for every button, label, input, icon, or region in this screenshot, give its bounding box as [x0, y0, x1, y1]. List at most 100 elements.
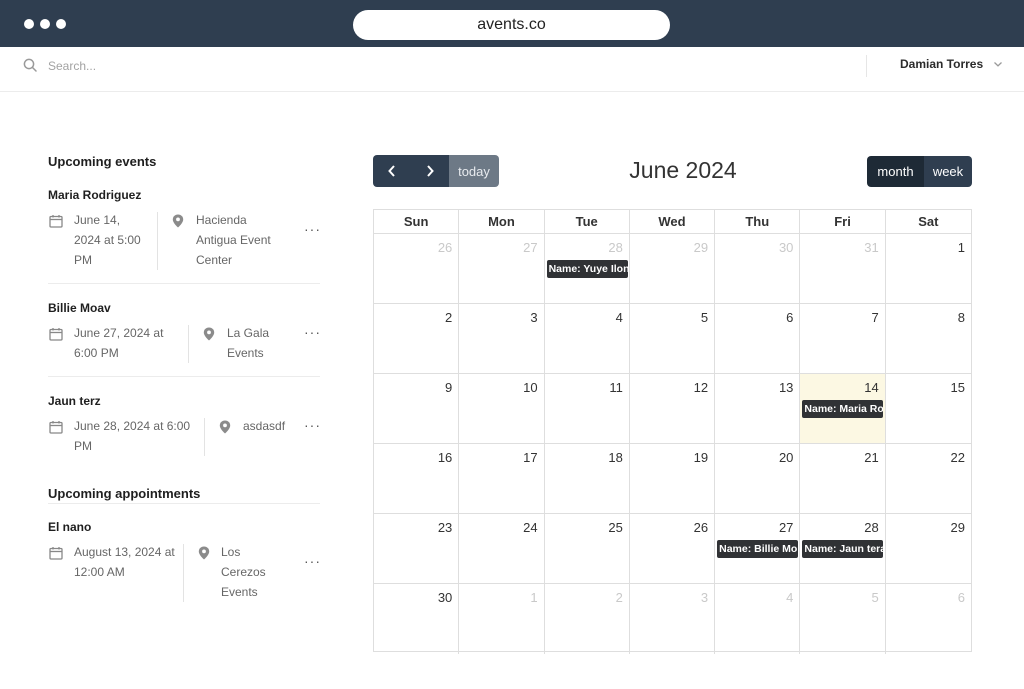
user-menu[interactable]: Damian Torres [900, 57, 1003, 71]
calendar-day[interactable]: 20 [715, 444, 801, 513]
calendar-day[interactable]: 1 [886, 234, 971, 303]
calendar-day[interactable]: 19 [630, 444, 716, 513]
calendar-day[interactable]: 3 [630, 584, 716, 654]
day-number: 12 [693, 380, 709, 395]
calendar-day[interactable]: 6 [886, 584, 971, 654]
divider [157, 212, 158, 270]
calendar-day[interactable]: 27 [459, 234, 545, 303]
day-number: 1 [530, 590, 538, 605]
calendar-day[interactable]: 30 [374, 584, 460, 654]
divider [48, 283, 320, 284]
calendar-day[interactable]: 6 [715, 304, 801, 373]
calendar-week: 16 17 18 19 20 21 22 [374, 444, 971, 514]
calendar-day[interactable]: 4 [715, 584, 801, 654]
more-options-icon[interactable]: ··· [304, 222, 321, 236]
calendar-day[interactable]: 2 [545, 584, 630, 654]
calendar-day[interactable]: 31 [800, 234, 886, 303]
event-date: June 27, 2024 at 6:00 PM [74, 326, 164, 360]
more-options-icon[interactable]: ··· [304, 554, 321, 568]
calendar-day[interactable]: 30 [715, 234, 801, 303]
day-number: 31 [864, 240, 879, 255]
weekday-label: Mon [459, 210, 545, 234]
calendar-event[interactable]: Name: Yuye Ilon [546, 260, 628, 278]
calendar-day[interactable]: 7 [800, 304, 886, 373]
calendar-day[interactable]: 4 [545, 304, 630, 373]
day-number: 29 [950, 520, 965, 535]
weekday-label: Fri [800, 210, 886, 234]
user-name: Damian Torres [900, 57, 984, 71]
event-location: Hacienda Antigua Event Center [196, 213, 271, 267]
view-switcher: month week [867, 156, 972, 187]
calendar-day[interactable]: 26 [630, 514, 716, 583]
address-bar[interactable]: avents.co [353, 10, 670, 40]
day-number: 5 [871, 590, 879, 605]
prev-month-button[interactable] [373, 155, 411, 187]
calendar-day[interactable]: 26 [374, 234, 460, 303]
window-dot-1[interactable] [24, 19, 34, 29]
calendar-day[interactable]: 5 [800, 584, 886, 654]
calendar-nav: today [373, 155, 499, 187]
calendar-day[interactable]: 15 [886, 374, 971, 443]
calendar-event[interactable]: Name: Maria Ro [802, 400, 884, 418]
day-number: 25 [608, 520, 623, 535]
calendar-day[interactable]: 29 [630, 234, 716, 303]
calendar-day[interactable]: 24 [459, 514, 545, 583]
calendar-week: 9 10 11 12 13 14 Name: Maria Ro 15 [374, 374, 971, 444]
calendar-day[interactable]: 28 Name: Jaun tera [800, 514, 886, 583]
location-pin-icon [203, 327, 215, 341]
week-view-button[interactable]: week [924, 156, 972, 187]
divider [48, 376, 320, 377]
calendar-icon [49, 328, 63, 341]
calendar-day[interactable]: 12 [630, 374, 716, 443]
calendar-event[interactable]: Name: Billie Mo [717, 540, 799, 558]
calendar-day[interactable]: 1 [459, 584, 545, 654]
calendar-day[interactable]: 2 [374, 304, 460, 373]
day-number: 30 [437, 590, 453, 605]
calendar-event[interactable]: Name: Jaun tera [802, 540, 884, 558]
day-number: 30 [778, 240, 794, 255]
month-view-button[interactable]: month [867, 156, 924, 187]
chevron-down-icon [994, 62, 1003, 67]
next-month-button[interactable] [411, 155, 449, 187]
window-dot-2[interactable] [40, 19, 50, 29]
calendar-day[interactable]: 9 [374, 374, 460, 443]
day-number: 9 [445, 380, 453, 395]
weekday-label: Wed [630, 210, 716, 234]
window-dot-3[interactable] [56, 19, 66, 29]
calendar-day[interactable]: 21 [800, 444, 886, 513]
calendar-day[interactable]: 16 [374, 444, 460, 513]
appointment-name: El nano [48, 520, 92, 534]
location-pin-icon [219, 420, 231, 434]
calendar-day[interactable]: 22 [886, 444, 971, 513]
divider [48, 503, 320, 504]
calendar-day[interactable]: 28 Name: Yuye Ilon [545, 234, 630, 303]
day-number: 24 [523, 520, 538, 535]
event-name: Maria Rodriguez [48, 188, 142, 202]
calendar-icon [49, 215, 63, 228]
calendar-day[interactable]: 5 [630, 304, 716, 373]
calendar-day[interactable]: 11 [545, 374, 630, 443]
more-options-icon[interactable]: ··· [304, 418, 321, 432]
calendar-day-today[interactable]: 14 Name: Maria Ro [800, 374, 886, 443]
calendar-day[interactable]: 10 [459, 374, 545, 443]
calendar-day[interactable]: 27 Name: Billie Mo [715, 514, 801, 583]
event-location: La Gala Events [227, 326, 270, 360]
weekday-label: Thu [715, 210, 801, 234]
calendar-day[interactable]: 8 [886, 304, 971, 373]
calendar-day[interactable]: 13 [715, 374, 801, 443]
day-number: 27 [523, 240, 538, 255]
calendar-day[interactable]: 25 [545, 514, 630, 583]
search-input[interactable] [48, 57, 308, 75]
day-number: 15 [950, 380, 965, 395]
day-number: 20 [778, 450, 794, 465]
divider [188, 325, 189, 363]
calendar-day[interactable]: 3 [459, 304, 545, 373]
calendar-day[interactable]: 23 [374, 514, 460, 583]
calendar-day[interactable]: 17 [459, 444, 545, 513]
more-options-icon[interactable]: ··· [304, 325, 321, 339]
chevron-right-icon [427, 165, 434, 177]
today-button[interactable]: today [449, 155, 499, 187]
day-number: 3 [530, 310, 538, 325]
calendar-day[interactable]: 29 [886, 514, 971, 583]
calendar-day[interactable]: 18 [545, 444, 630, 513]
